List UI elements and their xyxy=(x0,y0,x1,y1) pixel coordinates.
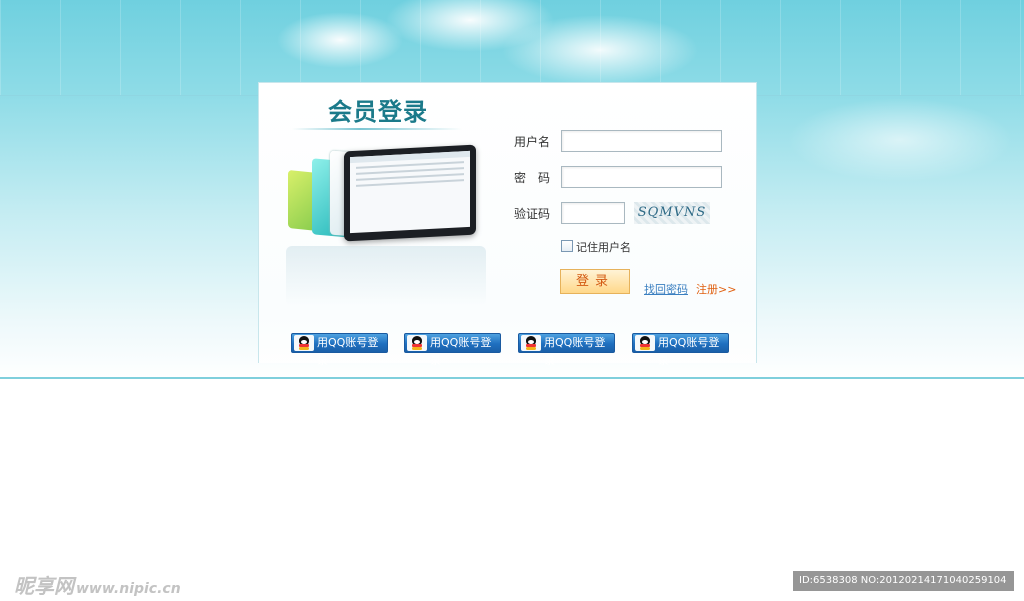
password-label: 密 码 xyxy=(514,171,551,185)
captcha-input[interactable] xyxy=(561,202,625,224)
username-input[interactable] xyxy=(561,130,722,152)
screen-content xyxy=(350,150,470,234)
captcha-label: 验证码 xyxy=(514,207,551,221)
qq-penguin-icon xyxy=(407,335,427,351)
screen-line xyxy=(356,179,464,187)
image-id-watermark: ID:6538308 NO:20120214171040259104 xyxy=(793,571,1014,591)
qq-login-button[interactable]: 用QQ账号登录 xyxy=(632,333,729,367)
qq-login-button[interactable]: 用QQ账号登录 xyxy=(404,333,501,367)
remember-checkbox[interactable] xyxy=(561,240,573,252)
forgot-password-link[interactable]: 找回密码 xyxy=(644,281,688,297)
login-button[interactable]: 登录 xyxy=(560,269,630,294)
panel-title: 会员登录 xyxy=(328,97,428,126)
qq-login-label: 用QQ账号登录 xyxy=(430,336,492,367)
software-illustration xyxy=(286,138,486,308)
band-bottom-line xyxy=(0,377,1024,379)
sky-grid-overlay xyxy=(0,0,1024,95)
illustration-reflection xyxy=(286,246,486,306)
username-label: 用户名 xyxy=(514,135,551,149)
qq-login-label: 用QQ账号登录 xyxy=(544,336,606,367)
qq-penguin-icon xyxy=(635,335,655,351)
watermark-logo-text: 昵享网 xyxy=(14,574,74,598)
qq-penguin-icon xyxy=(521,335,541,351)
nipic-watermark: 昵享网 www.nipic.cn xyxy=(14,570,181,599)
monitor-screen xyxy=(344,144,476,242)
remember-label[interactable]: 记住用户名 xyxy=(576,239,631,255)
qq-login-button[interactable]: 用QQ账号登录 xyxy=(518,333,615,367)
qq-login-button[interactable]: 用QQ账号登录 xyxy=(291,333,388,367)
qq-penguin-icon xyxy=(294,335,314,351)
register-link[interactable]: 注册>> xyxy=(696,281,736,297)
captcha-image[interactable]: SQMVNS xyxy=(634,202,710,224)
qq-login-label: 用QQ账号登录 xyxy=(317,336,379,367)
title-underline xyxy=(292,128,462,130)
qq-login-label: 用QQ账号登录 xyxy=(658,336,720,367)
password-input[interactable] xyxy=(561,166,722,188)
watermark-url: www.nipic.cn xyxy=(76,581,181,597)
